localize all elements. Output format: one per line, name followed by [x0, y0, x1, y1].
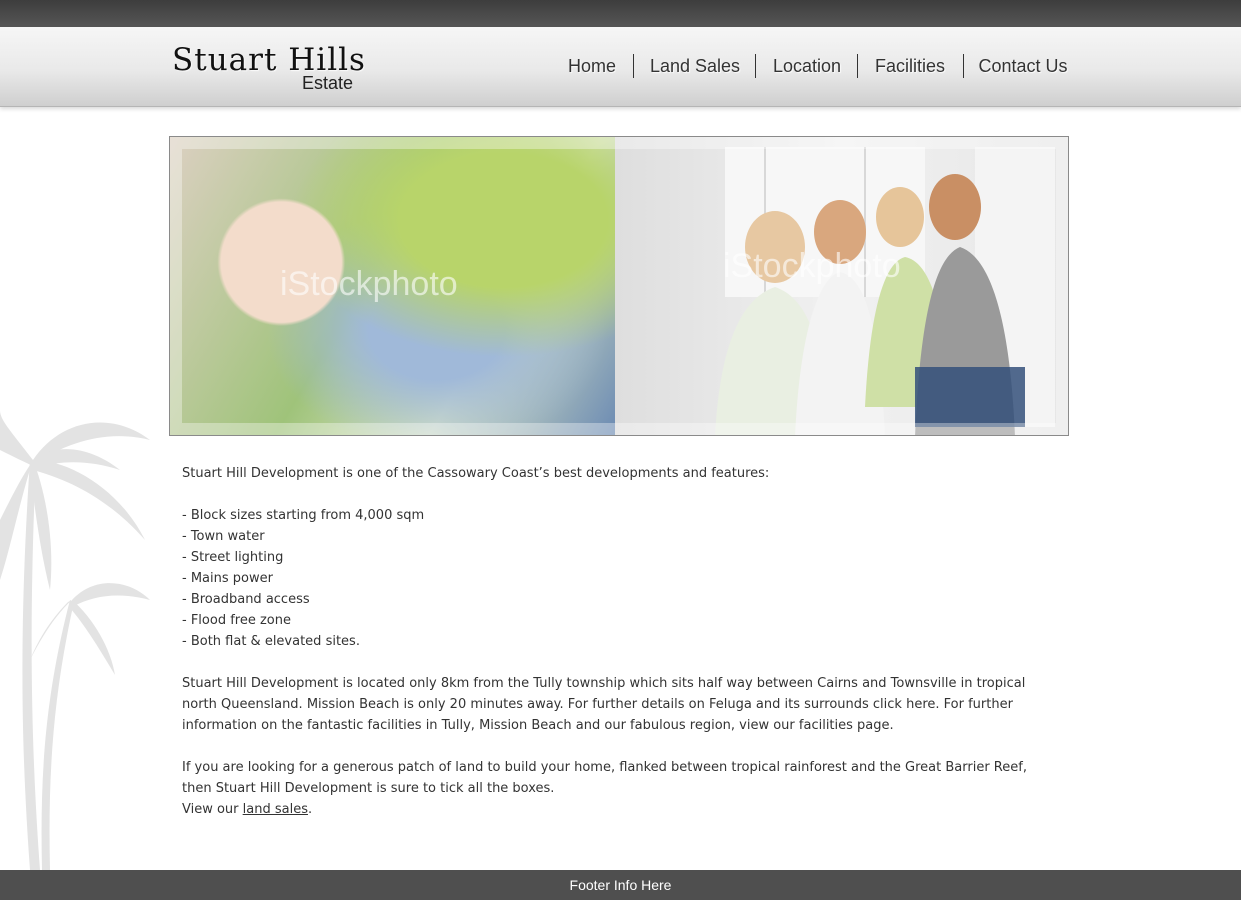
watermark-text: iStockphoto	[280, 265, 458, 303]
nav-contact-us[interactable]: Contact Us	[972, 53, 1074, 79]
nav-separator	[633, 54, 634, 78]
feature-item: - Town water	[182, 529, 265, 544]
nav-location[interactable]: Location	[763, 53, 851, 79]
feature-item: - Flood free zone	[182, 613, 291, 628]
logo-subtitle: Estate	[302, 73, 354, 93]
view-land-sales-line: View our land sales.	[182, 799, 1052, 820]
site-header: Stuart Hills Estate Home Land Sales Loca…	[0, 27, 1241, 107]
hero-banner: iStockphoto iStockphoto	[169, 136, 1069, 436]
nav-land-sales[interactable]: Land Sales	[639, 53, 751, 79]
feature-item: - Broadband access	[182, 592, 310, 607]
land-sales-link[interactable]: land sales	[243, 802, 308, 817]
feature-item: - Block sizes starting from 4,000 sqm	[182, 508, 425, 523]
family-illustration	[715, 147, 1055, 435]
nav-separator	[857, 54, 858, 78]
view-suffix: .	[307, 802, 313, 817]
site-logo[interactable]: Stuart Hills Estate	[172, 42, 432, 102]
feature-item: - Mains power	[182, 571, 273, 586]
watermark-text: iStockphoto	[723, 247, 901, 285]
location-paragraph: Stuart Hill Development is located only …	[182, 676, 1026, 733]
nav-separator	[755, 54, 756, 78]
top-bar	[0, 0, 1241, 27]
view-prefix: View our	[182, 802, 243, 817]
main-content: Stuart Hill Development is one of the Ca…	[182, 463, 1052, 820]
nav-facilities[interactable]: Facilities	[864, 53, 956, 79]
intro-paragraph: Stuart Hill Development is one of the Ca…	[182, 466, 770, 481]
nav-separator	[963, 54, 964, 78]
hero-photo-family: iStockphoto	[615, 137, 1068, 435]
feature-item: - Street lighting	[182, 550, 284, 565]
footer-text: Footer Info Here	[569, 877, 672, 893]
site-footer: Footer Info Here	[0, 870, 1241, 900]
feature-item: - Both flat & elevated sites.	[182, 634, 360, 649]
closing-paragraph: If you are looking for a generous patch …	[182, 760, 1027, 796]
hero-photo-child: iStockphoto	[170, 137, 615, 435]
palm-tree-decoration	[0, 410, 150, 870]
nav-home[interactable]: Home	[550, 53, 634, 79]
